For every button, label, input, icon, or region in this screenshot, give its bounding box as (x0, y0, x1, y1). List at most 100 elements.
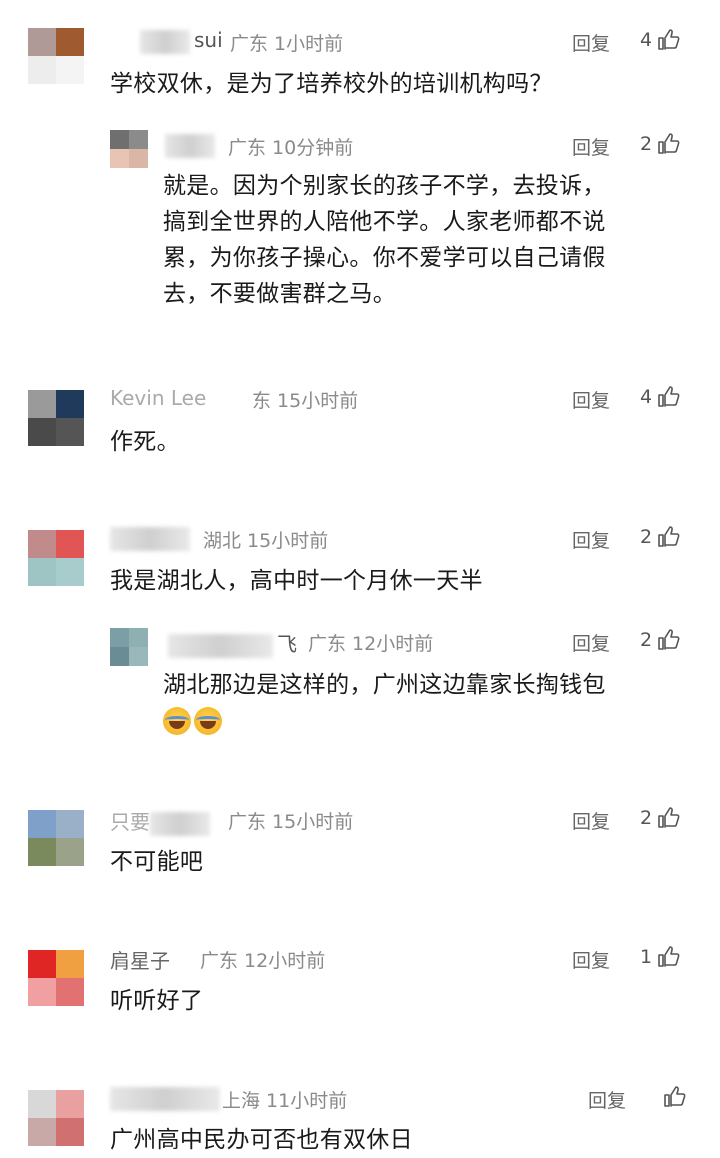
comment-text: 听听好了 (110, 988, 204, 1014)
avatar-tile (56, 56, 84, 84)
comment-text: 作死。 (110, 429, 180, 455)
comment-line: 搞到全世界的人陪他不学。人家老师都不说 (163, 209, 606, 235)
laughing-tears-emoji-icon (194, 707, 222, 735)
avatar[interactable] (110, 130, 148, 168)
like-count: 2 (640, 526, 653, 548)
username-text: 只要 (110, 810, 150, 834)
avatar-tile (56, 28, 84, 56)
avatar-tile (110, 628, 129, 647)
avatar[interactable] (28, 950, 84, 1006)
avatar-tile (28, 530, 56, 558)
reply-button[interactable]: 回复 (572, 807, 610, 834)
avatar-tile (28, 950, 56, 978)
like-count: 4 (640, 386, 653, 408)
comment-text: 我是湖北人，高中时一个月休一天半 (110, 568, 483, 594)
like-count: 2 (640, 807, 653, 829)
avatar-tile (56, 838, 84, 866)
avatar-tile (28, 810, 56, 838)
avatar-tile (56, 810, 84, 838)
avatar-tile (28, 558, 56, 586)
avatar-tile (110, 647, 129, 666)
location-time: 广东 1小时前 (230, 33, 344, 55)
comment-line: 去，不要做害群之马。 (163, 281, 396, 307)
username[interactable]: 飞 (168, 628, 297, 658)
avatar-tile (28, 838, 56, 866)
username[interactable]: Kevin Lee (110, 386, 206, 410)
username-blur (165, 133, 215, 158)
thumbs-up-icon (664, 1086, 686, 1107)
username[interactable] (110, 525, 194, 551)
thumbs-up-icon (658, 133, 680, 154)
thumbs-up-icon (658, 629, 680, 650)
like-count: 2 (640, 133, 653, 155)
reply-button[interactable]: 回复 (572, 629, 610, 656)
avatar-tile (129, 628, 148, 647)
avatar-tile (56, 418, 84, 446)
reply-button[interactable]: 回复 (588, 1086, 626, 1113)
comment-text: 不可能吧 (110, 849, 204, 875)
location-time: 广东 12小时前 (200, 950, 326, 972)
like-button[interactable]: 1 (640, 945, 680, 969)
like-button[interactable] (658, 1085, 686, 1109)
reply-button[interactable]: 回复 (572, 29, 610, 56)
avatar-tile (129, 647, 148, 666)
like-count: 4 (640, 29, 653, 51)
reply-button[interactable]: 回复 (572, 386, 610, 413)
reply-button[interactable]: 回复 (572, 526, 610, 553)
username[interactable]: 只要 (110, 806, 214, 836)
username[interactable] (110, 1085, 224, 1111)
avatar[interactable] (28, 530, 84, 586)
location-time: 广东 12小时前 (308, 633, 434, 655)
avatar[interactable] (110, 628, 148, 666)
avatar[interactable] (28, 28, 84, 84)
avatar[interactable] (28, 1090, 84, 1146)
avatar-tile (56, 390, 84, 418)
thumbs-up-icon (658, 386, 680, 407)
like-button[interactable]: 4 (640, 28, 680, 52)
username-text: sui (194, 28, 223, 52)
avatar-tile (56, 558, 84, 586)
avatar-tile (56, 1118, 84, 1146)
avatar-tile (56, 978, 84, 1006)
like-count: 2 (640, 629, 653, 651)
avatar-tile (56, 1090, 84, 1118)
like-button[interactable]: 2 (640, 806, 680, 830)
avatar-tile (28, 418, 56, 446)
like-button[interactable]: 4 (640, 385, 680, 409)
reply-button[interactable]: 回复 (572, 133, 610, 160)
username[interactable]: sui (140, 28, 223, 54)
username-blur (168, 633, 273, 658)
avatar-tile (56, 950, 84, 978)
username-text: 飞 (277, 632, 297, 656)
avatar-tile (28, 1090, 56, 1118)
like-button[interactable]: 2 (640, 525, 680, 549)
comment-text: 学校双休，是为了培养校外的培训机构吗？ (110, 71, 553, 97)
username-blur (110, 526, 190, 551)
avatar[interactable] (28, 810, 84, 866)
avatar-tile (129, 130, 148, 149)
comment-line: 累，为你孩子操心。你不爱学可以自己请假 (163, 245, 606, 271)
thumbs-up-icon (658, 29, 680, 50)
comment-text: 就是。因为个别家长的孩子不学，去投诉， 搞到全世界的人陪他不学。人家老师都不说 … (163, 168, 703, 312)
avatar-tile (28, 390, 56, 418)
location-time: 上海 11小时前 (222, 1090, 348, 1112)
like-button[interactable]: 2 (640, 628, 680, 652)
thumbs-up-icon (658, 946, 680, 967)
avatar-tile (28, 1118, 56, 1146)
avatar-tile (56, 530, 84, 558)
avatar-tile (110, 130, 129, 149)
username[interactable] (165, 132, 219, 158)
reply-button[interactable]: 回复 (572, 946, 610, 973)
avatar[interactable] (28, 390, 84, 446)
avatar-tile (110, 149, 129, 168)
like-button[interactable]: 2 (640, 132, 680, 156)
comment-line: 就是。因为个别家长的孩子不学，去投诉， (163, 173, 606, 199)
username[interactable]: 肩星子 (110, 945, 170, 974)
location-time: 广东 15小时前 (228, 811, 354, 833)
emoji-row (163, 703, 703, 739)
avatar-tile (129, 149, 148, 168)
location-time: 湖北 15小时前 (203, 530, 329, 552)
username-blur (110, 1086, 220, 1111)
avatar-tile (28, 978, 56, 1006)
comment-text: 广州高中民办可否也有双休日 (110, 1127, 413, 1153)
